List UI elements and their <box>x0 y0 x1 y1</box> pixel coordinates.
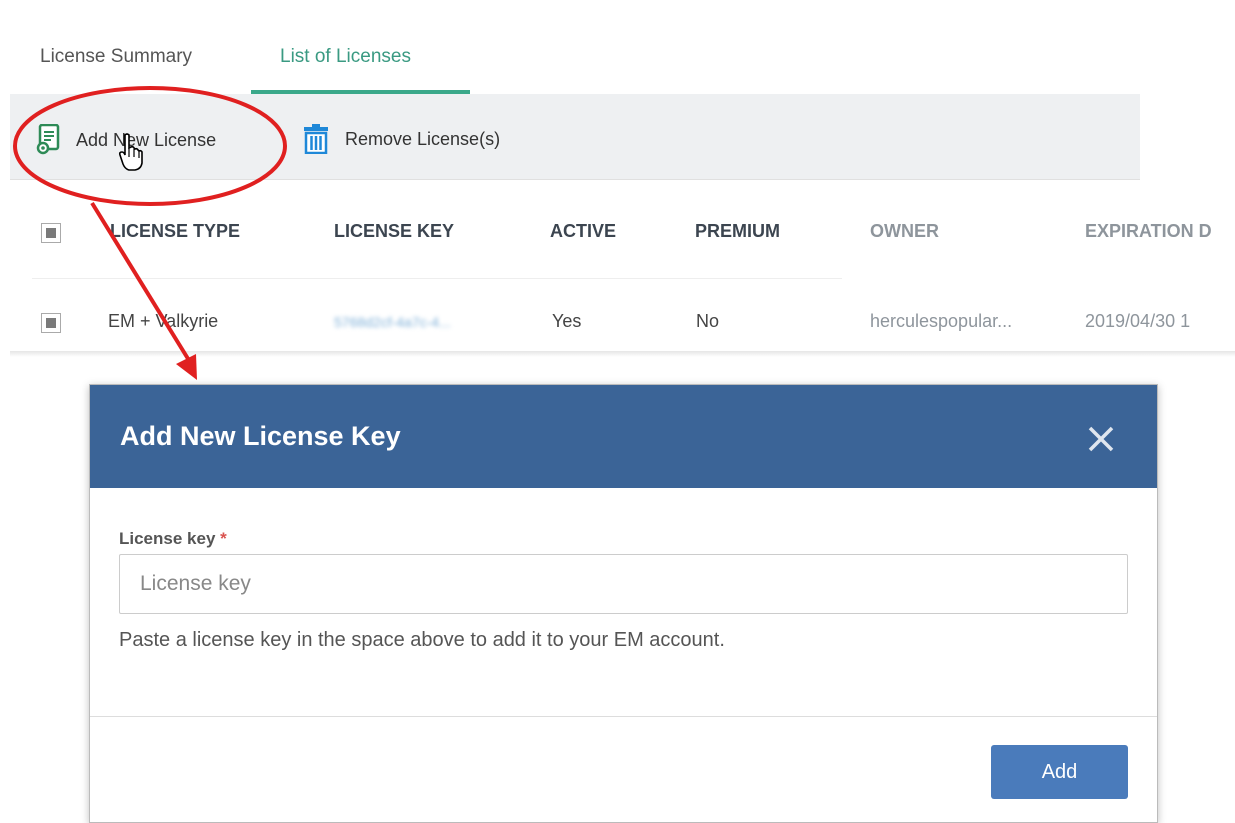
column-header-active[interactable]: ACTIVE <box>550 221 616 242</box>
add-new-license-label: Add New License <box>76 129 217 150</box>
pointer-arrowhead <box>176 354 197 380</box>
cell-premium: No <box>696 311 720 331</box>
screenshot-stage: License Summary List of Licenses Add New… <box>0 0 1235 823</box>
close-icon[interactable] <box>1085 423 1117 455</box>
column-header-license-type[interactable]: LICENSE TYPE <box>110 221 240 242</box>
row-checkbox[interactable] <box>41 313 61 333</box>
column-header-owner[interactable]: OWNER <box>870 221 939 242</box>
column-header-premium[interactable]: PREMIUM <box>695 221 780 242</box>
required-asterisk: * <box>220 529 227 548</box>
toolbar: Add New License Remove License(s) <box>10 94 1140 180</box>
remove-licenses-button[interactable]: Remove License(s) <box>303 124 500 154</box>
license-key-label-text: License key <box>119 529 216 548</box>
cell-expiration: 2019/04/30 1 <box>1085 311 1191 331</box>
licenses-panel: License Summary List of Licenses Add New… <box>10 8 1235 357</box>
license-key-input[interactable] <box>119 554 1128 614</box>
add-license-dialog: Add New License Key License key * Paste … <box>89 384 1158 823</box>
dialog-title: Add New License Key <box>120 421 401 451</box>
add-button[interactable]: Add <box>991 745 1128 799</box>
cell-active: Yes <box>552 311 582 331</box>
dialog-header: Add New License Key <box>90 385 1157 488</box>
license-key-label: License key * <box>119 529 227 549</box>
tab-list-of-licenses[interactable]: List of Licenses <box>280 46 411 68</box>
tab-license-summary[interactable]: License Summary <box>40 46 192 68</box>
column-header-expiration[interactable]: EXPIRATION D <box>1085 221 1212 242</box>
cell-owner: herculespopular... <box>870 311 1013 331</box>
column-header-license-key[interactable]: LICENSE KEY <box>334 221 454 242</box>
trash-icon <box>304 124 328 154</box>
header-row-divider <box>32 278 842 279</box>
cell-license-key[interactable]: 5768d2cf-4a7c-4... <box>334 314 451 330</box>
select-all-checkbox[interactable] <box>41 223 61 243</box>
license-certificate-icon <box>36 124 60 155</box>
license-key-help-text: Paste a license key in the space above t… <box>119 629 725 651</box>
add-new-license-button[interactable]: Add New License <box>36 124 216 156</box>
cell-license-type: EM + Valkyrie <box>108 311 219 331</box>
dialog-footer-divider <box>90 716 1157 717</box>
remove-licenses-label: Remove License(s) <box>345 128 501 149</box>
